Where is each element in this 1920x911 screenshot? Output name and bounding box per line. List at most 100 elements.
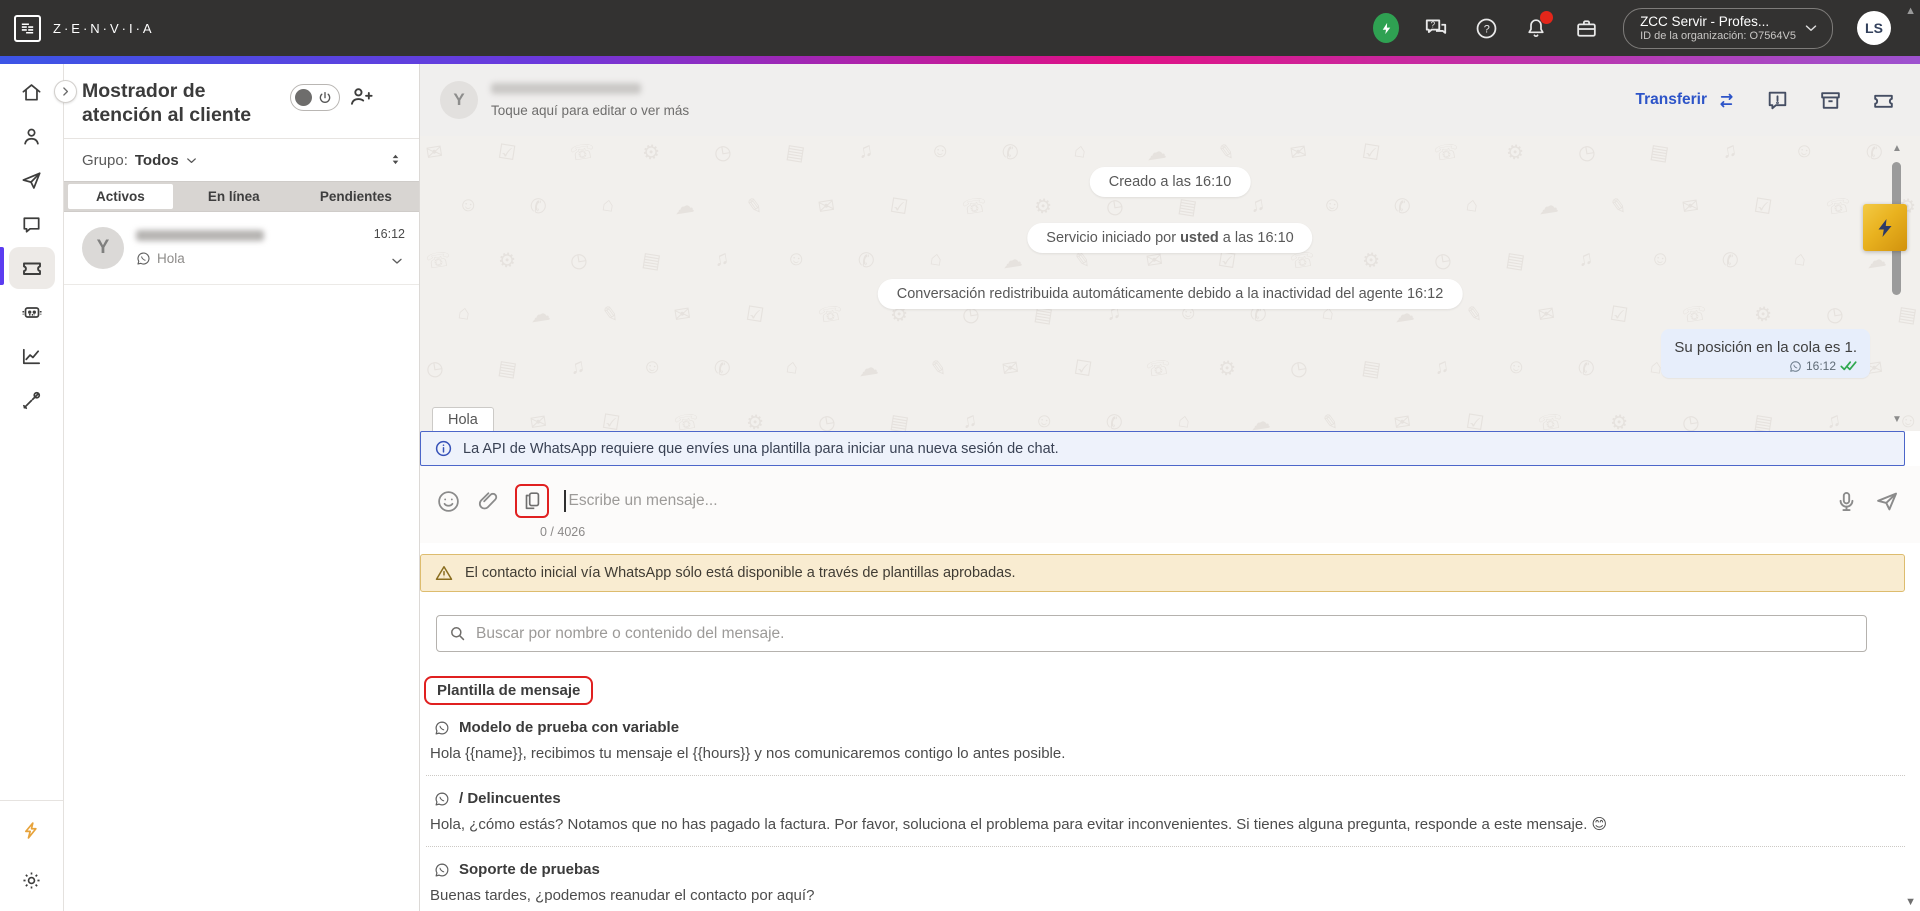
scroll-up-icon[interactable]: ▲ <box>1892 144 1902 154</box>
chevron-down-icon[interactable] <box>374 253 405 269</box>
toggle-dot <box>295 89 312 106</box>
chat-icon <box>23 216 40 233</box>
topbar-actions: ? ? ZCC Servir - Profes... ID de la orga… <box>1373 7 1891 49</box>
app-window: Z·E·N·V·I·A ? ? ZCC Servir - Profes... I… <box>0 0 1920 911</box>
user-avatar[interactable]: LS <box>1857 11 1891 45</box>
template-picker-button[interactable] <box>515 484 549 518</box>
active-nav-accent <box>0 247 4 285</box>
chevron-down-icon <box>1802 19 1820 37</box>
content-area: Mostrador de atención al cliente Grupo: … <box>0 64 1920 911</box>
status-bolt-icon[interactable] <box>1373 13 1400 43</box>
send-plane-icon[interactable] <box>1874 488 1900 514</box>
top-bar: Z·E·N·V·I·A ? ? ZCC Servir - Profes... I… <box>0 0 1920 56</box>
sort-icon[interactable] <box>388 152 403 168</box>
group-filter-row: Grupo: Todos <box>64 139 419 181</box>
chat-contact-subtitle: Toque aquí para editar o ver más <box>491 102 690 118</box>
feedback-icon[interactable] <box>1765 88 1790 113</box>
tab-activos[interactable]: Activos <box>68 183 173 209</box>
warning-banner-text: El contacto inicial vía WhatsApp sólo es… <box>465 565 1016 581</box>
conversation-list-item[interactable]: Y Hola 16:12 <box>64 212 419 285</box>
sidebar-item-chats[interactable] <box>9 203 55 245</box>
chat-contact-avatar[interactable]: Y <box>440 81 478 119</box>
sidebar-item-home[interactable] <box>9 71 55 113</box>
template-item[interactable]: Soporte de pruebas Buenas tardes, ¿podem… <box>426 847 1905 911</box>
help-icon[interactable]: ? <box>1473 15 1499 41</box>
template-search[interactable] <box>436 615 1867 652</box>
chevron-down-icon[interactable] <box>184 153 199 168</box>
svg-text:?: ? <box>1431 20 1436 29</box>
zenvia-brand: Z·E·N·V·I·A <box>14 14 155 42</box>
ticket-icon[interactable] <box>1871 88 1896 113</box>
template-warning-banner: El contacto inicial vía WhatsApp sólo es… <box>420 554 1905 592</box>
send-icon <box>22 171 41 189</box>
message-preview: Hola <box>136 251 362 266</box>
green-bolt-circle <box>1373 13 1400 43</box>
chat-scrollbar[interactable]: ▲ ▼ <box>1892 144 1902 425</box>
chat-contact-name-redacted <box>491 82 641 94</box>
message-history[interactable]: ✉☑☏⚙◷▤♫☺✆⌂☁✎✉☑☏⚙◷▤♫☺✆⌂☺✆⌂☁✎✉☑☏⚙◷▤♫☺✆⌂☁✎✉… <box>420 136 1920 431</box>
template-item[interactable]: Modelo de prueba con variable Hola {{nam… <box>426 705 1905 776</box>
power-icon <box>319 91 331 103</box>
tab-en-linea[interactable]: En línea <box>173 184 295 209</box>
chat-contact-block[interactable]: Toque aquí para editar o ver más <box>491 82 690 118</box>
page-title: Mostrador de atención al cliente <box>82 80 252 126</box>
availability-toggle[interactable] <box>290 84 340 111</box>
info-icon <box>435 440 452 457</box>
incoming-message-snippet: Hola <box>432 407 494 431</box>
template-body: Buenas tardes, ¿podemos reanudar el cont… <box>430 887 815 904</box>
organization-name: ZCC Servir - Profes... <box>1640 13 1770 29</box>
template-name-row: / Delincuentes <box>434 790 1905 807</box>
template-search-input[interactable] <box>476 624 1855 643</box>
template-item[interactable]: / Delincuentes Hola, ¿cómo estás? Notamo… <box>426 776 1905 847</box>
transfer-button[interactable]: Transferir <box>1635 90 1737 111</box>
sidebar-item-broadcast[interactable] <box>9 159 55 201</box>
tools-icon <box>22 391 41 409</box>
attachment-icon[interactable] <box>476 489 500 513</box>
outgoing-message-time: 16:12 <box>1805 359 1836 373</box>
page-scroll-up-icon[interactable]: ▲ <box>1905 5 1916 17</box>
template-name: Modelo de prueba con variable <box>459 719 680 736</box>
settings-gear-icon <box>23 871 40 889</box>
system-message-service: Servicio iniciado por usted a las 16:10 <box>1027 223 1313 253</box>
template-body: Hola, ¿cómo estás? Notamos que no has pa… <box>430 816 1608 833</box>
tab-pendientes[interactable]: Pendientes <box>295 184 417 209</box>
collapse-rail-button[interactable] <box>54 80 77 103</box>
template-copy-icon <box>525 492 540 510</box>
quick-actions-badge[interactable] <box>1863 204 1907 251</box>
transfer-arrows-icon <box>1720 93 1733 107</box>
message-composer: 0 / 4026 <box>420 466 1920 543</box>
whatsapp-icon <box>136 251 151 266</box>
archive-icon[interactable] <box>1818 88 1843 113</box>
chat-header: Y Toque aquí para editar o ver más Trans… <box>420 64 1920 136</box>
text-caret <box>564 490 566 512</box>
sidebar-item-flash[interactable] <box>9 815 55 845</box>
briefcase-icon[interactable] <box>1573 15 1599 41</box>
outgoing-message-meta: 16:12 <box>1674 359 1857 373</box>
conversation-time: 16:12 <box>373 226 405 241</box>
sidebar-item-tickets[interactable] <box>8 247 55 289</box>
scroll-down-icon[interactable]: ▼ <box>1892 415 1902 425</box>
whatsapp-icon <box>1789 360 1802 373</box>
warning-icon <box>435 566 453 580</box>
template-name: / Delincuentes <box>459 790 561 807</box>
template-body: Hola {{name}}, recibimos tu mensaje el {… <box>430 745 1066 762</box>
sidebar-item-tools[interactable] <box>9 379 55 421</box>
live-chat-help-icon[interactable]: ? <box>1423 15 1449 41</box>
group-dropdown[interactable]: Todos <box>135 152 179 169</box>
sidebar-item-settings[interactable] <box>9 865 55 895</box>
notifications-bell-icon[interactable] <box>1523 11 1554 41</box>
message-input[interactable] <box>568 492 1819 510</box>
sidebar-item-contacts[interactable] <box>9 115 55 157</box>
page-scroll-down-icon[interactable]: ▼ <box>1905 896 1916 908</box>
organization-selector[interactable]: ZCC Servir - Profes... ID de la organiza… <box>1623 7 1833 49</box>
contacts-icon <box>24 128 39 145</box>
whatsapp-icon <box>434 791 450 807</box>
composer-row <box>436 478 1900 524</box>
add-contact-icon[interactable] <box>348 84 373 109</box>
sidebar-item-analytics[interactable] <box>9 335 55 377</box>
sidebar-item-bots[interactable] <box>9 291 55 333</box>
message-input-wrap <box>564 490 1819 512</box>
microphone-icon[interactable] <box>1834 489 1859 514</box>
flash-icon <box>24 821 37 839</box>
emoji-icon[interactable] <box>436 489 461 514</box>
